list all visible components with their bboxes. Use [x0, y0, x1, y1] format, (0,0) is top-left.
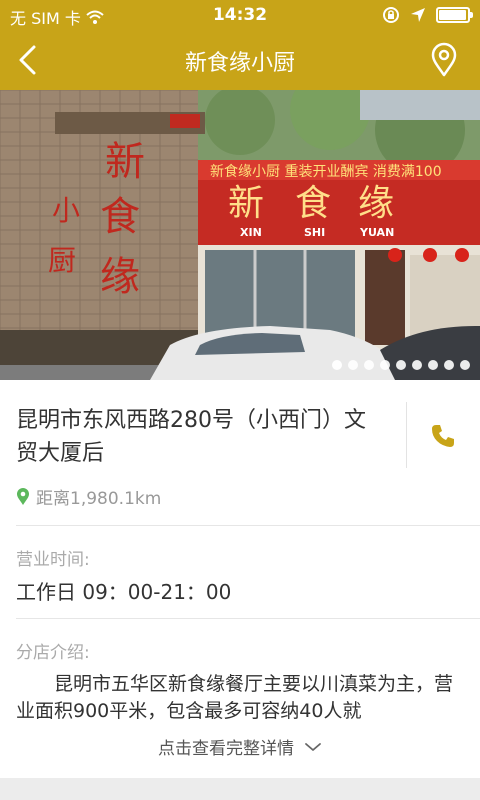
- carousel-dot[interactable]: [364, 360, 374, 370]
- nav-bar: 新食缘小厨: [0, 30, 480, 90]
- hours-value: 工作日 09：00-21：00: [16, 580, 232, 604]
- status-right: [382, 6, 473, 24]
- sign-side-text-2: 厨: [48, 244, 76, 277]
- battery-icon: [436, 7, 473, 23]
- address-section: 昆明市东风西路280号（小西门）文贸大厦后 距离1,980.1km: [0, 380, 480, 525]
- location-pin-icon: [431, 42, 457, 77]
- call-button[interactable]: [420, 416, 466, 456]
- divider: [16, 525, 480, 526]
- store-char-1: 新: [228, 183, 264, 224]
- phone-divider: [406, 402, 407, 468]
- sign-char-1: 新: [105, 139, 145, 185]
- back-chevron-icon: [19, 45, 36, 75]
- carousel-dot[interactable]: [332, 360, 342, 370]
- carousel-dot[interactable]: [460, 360, 470, 370]
- map-marker-icon: [17, 487, 29, 505]
- chevron-down-icon: [305, 742, 321, 751]
- store-photo-carousel[interactable]: 小 厨 新 食 缘 新食缘小厨 重装开业酬宾 消费满100 新 食 缘 XIN …: [0, 90, 480, 380]
- sign-char-3: 缘: [100, 254, 140, 300]
- store-address: 昆明市东风西路280号（小西门）文贸大厦后: [16, 408, 366, 466]
- pinyin-3: YUAN: [359, 226, 394, 239]
- store-photo: 小 厨 新 食 缘 新食缘小厨 重装开业酬宾 消费满100 新 食 缘 XIN …: [0, 90, 480, 380]
- back-button[interactable]: [12, 42, 48, 78]
- pinyin-1: XIN: [240, 226, 262, 239]
- view-details-label: 点击查看完整详情: [158, 739, 294, 759]
- carousel-dot[interactable]: [380, 360, 390, 370]
- store-char-3: 缘: [358, 183, 394, 224]
- location-arrow-icon: [411, 8, 425, 22]
- sign-char-2: 食: [100, 194, 140, 240]
- intro-label: 分店介绍:: [16, 643, 90, 663]
- footer-strip: [0, 778, 480, 800]
- pinyin-2: SHI: [304, 226, 325, 239]
- hours-label: 营业时间:: [16, 550, 90, 570]
- sign-side-text: 小: [52, 194, 80, 227]
- intro-text: 昆明市五华区新食缘餐厅主要以川滇菜为主，营业面积900平米，包含最多可容纳40人…: [16, 673, 454, 722]
- carousel-dot[interactable]: [444, 360, 454, 370]
- carousel-dot[interactable]: [428, 360, 438, 370]
- distance-text: 距离1,980.1km: [36, 489, 162, 509]
- carousel-dot[interactable]: [348, 360, 358, 370]
- distance-row: 距离1,980.1km: [16, 484, 161, 509]
- carousel-dot[interactable]: [412, 360, 422, 370]
- store-char-2: 食: [295, 183, 331, 224]
- carousel-dot[interactable]: [396, 360, 406, 370]
- phone-icon: [432, 425, 454, 447]
- divider: [16, 618, 480, 619]
- battery-level: [439, 10, 466, 20]
- page-title: 新食缘小厨: [184, 51, 295, 76]
- status-bar: 无 SIM 卡 14:32: [0, 0, 480, 30]
- location-button[interactable]: [426, 42, 462, 78]
- view-details-link[interactable]: 点击查看完整详情: [0, 734, 480, 759]
- carousel-indicator: [332, 360, 470, 370]
- rotation-lock-icon: [383, 7, 399, 23]
- banner-text: 新食缘小厨 重装开业酬宾 消费满100: [210, 163, 442, 180]
